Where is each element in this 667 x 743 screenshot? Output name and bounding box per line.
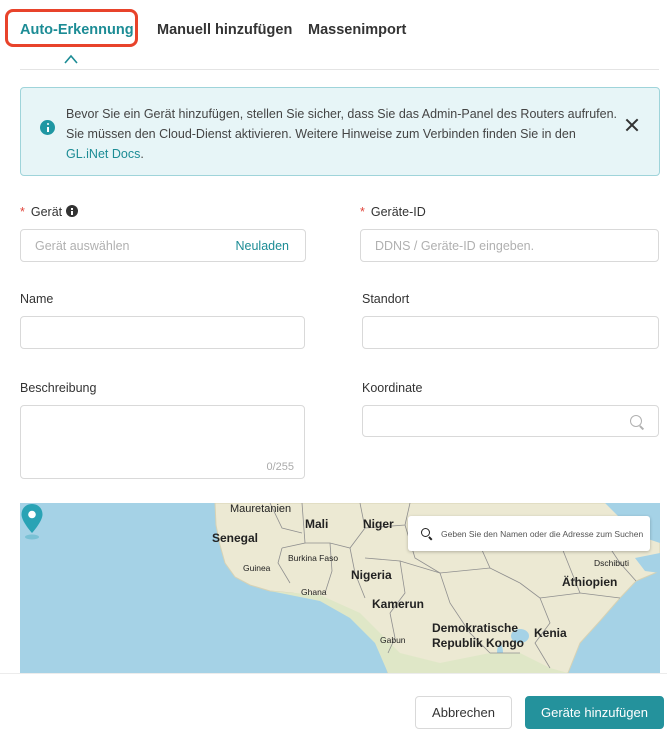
map-label-ghana: Ghana <box>301 587 327 597</box>
map-label-mali: Mali <box>305 517 329 531</box>
coordinate-label: Koordinate <box>362 381 423 395</box>
alert-text-line-2: Sie müssen den Cloud-Dienst aktivieren. … <box>66 127 576 141</box>
map-search-input[interactable] <box>441 516 646 551</box>
map-view[interactable]: Mauretanien Mali Niger Senegal Burkina F… <box>20 503 660 673</box>
map-label-kongo-line-2: Republik Kongo <box>432 636 524 650</box>
tabs-divider <box>20 69 659 70</box>
alert-text-line-1: Bevor Sie ein Gerät hinzufügen, stellen … <box>66 107 618 121</box>
coordinate-field[interactable] <box>362 405 659 437</box>
map-label-kenia: Kenia <box>534 626 567 640</box>
map-label-nigeria: Nigeria <box>351 568 392 582</box>
cancel-button[interactable]: Abbrechen <box>415 696 512 729</box>
character-counter: 0/255 <box>266 461 294 473</box>
info-icon[interactable] <box>66 205 79 217</box>
add-devices-button[interactable]: Geräte hinzufügen <box>525 696 664 729</box>
tab-auto-erkennung[interactable]: Auto-Erkennung <box>20 22 134 38</box>
device-label-text: Gerät <box>30 205 63 219</box>
name-input[interactable] <box>21 317 304 348</box>
name-field[interactable] <box>20 316 305 349</box>
required-mark: * <box>360 205 365 219</box>
device-id-label: * Geräte-ID <box>360 205 426 219</box>
search-icon[interactable] <box>421 528 430 537</box>
search-icon[interactable] <box>630 415 642 427</box>
device-id-label-text: Geräte-ID <box>370 205 426 219</box>
required-mark: * <box>20 205 25 219</box>
tab-bar: Auto-Erkennung Manuell hinzufügen Massen… <box>0 0 667 70</box>
location-input[interactable] <box>363 317 658 348</box>
map-label-niger: Niger <box>363 517 394 531</box>
device-id-field[interactable] <box>360 229 659 262</box>
alert-message: Bevor Sie ein Gerät hinzufügen, stellen … <box>66 104 626 164</box>
map-label-burkina-faso: Burkina Faso <box>288 553 339 563</box>
map-label-mauretanien: Mauretanien <box>230 503 292 515</box>
map-search-box[interactable] <box>408 516 650 551</box>
tab-massenimport[interactable]: Massenimport <box>308 22 406 38</box>
location-label: Standort <box>362 292 410 306</box>
dialog-footer: Abbrechen Geräte hinzufügen <box>0 673 667 743</box>
description-label: Beschreibung <box>20 381 97 395</box>
device-id-input[interactable] <box>361 230 658 261</box>
reload-button[interactable]: Neuladen <box>235 239 289 253</box>
close-icon[interactable] <box>625 118 639 132</box>
device-label: * Gerät <box>20 205 79 219</box>
info-icon <box>40 120 55 135</box>
map-label-kamerun: Kamerun <box>372 597 425 611</box>
description-textarea[interactable] <box>21 406 304 478</box>
name-label: Name <box>20 292 54 306</box>
location-field[interactable] <box>362 316 659 349</box>
info-alert: Bevor Sie ein Gerät hinzufügen, stellen … <box>20 87 660 176</box>
gl-inet-docs-link[interactable]: GL.iNet Docs <box>66 147 140 161</box>
alert-link-suffix: . <box>140 147 144 161</box>
map-label-senegal: Senegal <box>212 531 259 545</box>
map-label-gabun: Gabun <box>380 635 406 645</box>
map-label-kongo-line-1: Demokratische <box>432 621 519 635</box>
tab-manuell-hinzufuegen[interactable]: Manuell hinzufügen <box>157 22 292 38</box>
map-label-guinea: Guinea <box>243 563 271 573</box>
active-tab-caret-icon <box>64 54 78 64</box>
location-pin-icon[interactable] <box>20 503 44 541</box>
device-select[interactable]: Neuladen <box>20 229 306 262</box>
coordinate-input[interactable] <box>363 406 658 436</box>
map-label-aethiopien: Äthiopien <box>562 575 618 589</box>
map-label-dschibuti: Dschibuti <box>594 558 629 568</box>
description-field[interactable]: 0/255 <box>20 405 305 479</box>
